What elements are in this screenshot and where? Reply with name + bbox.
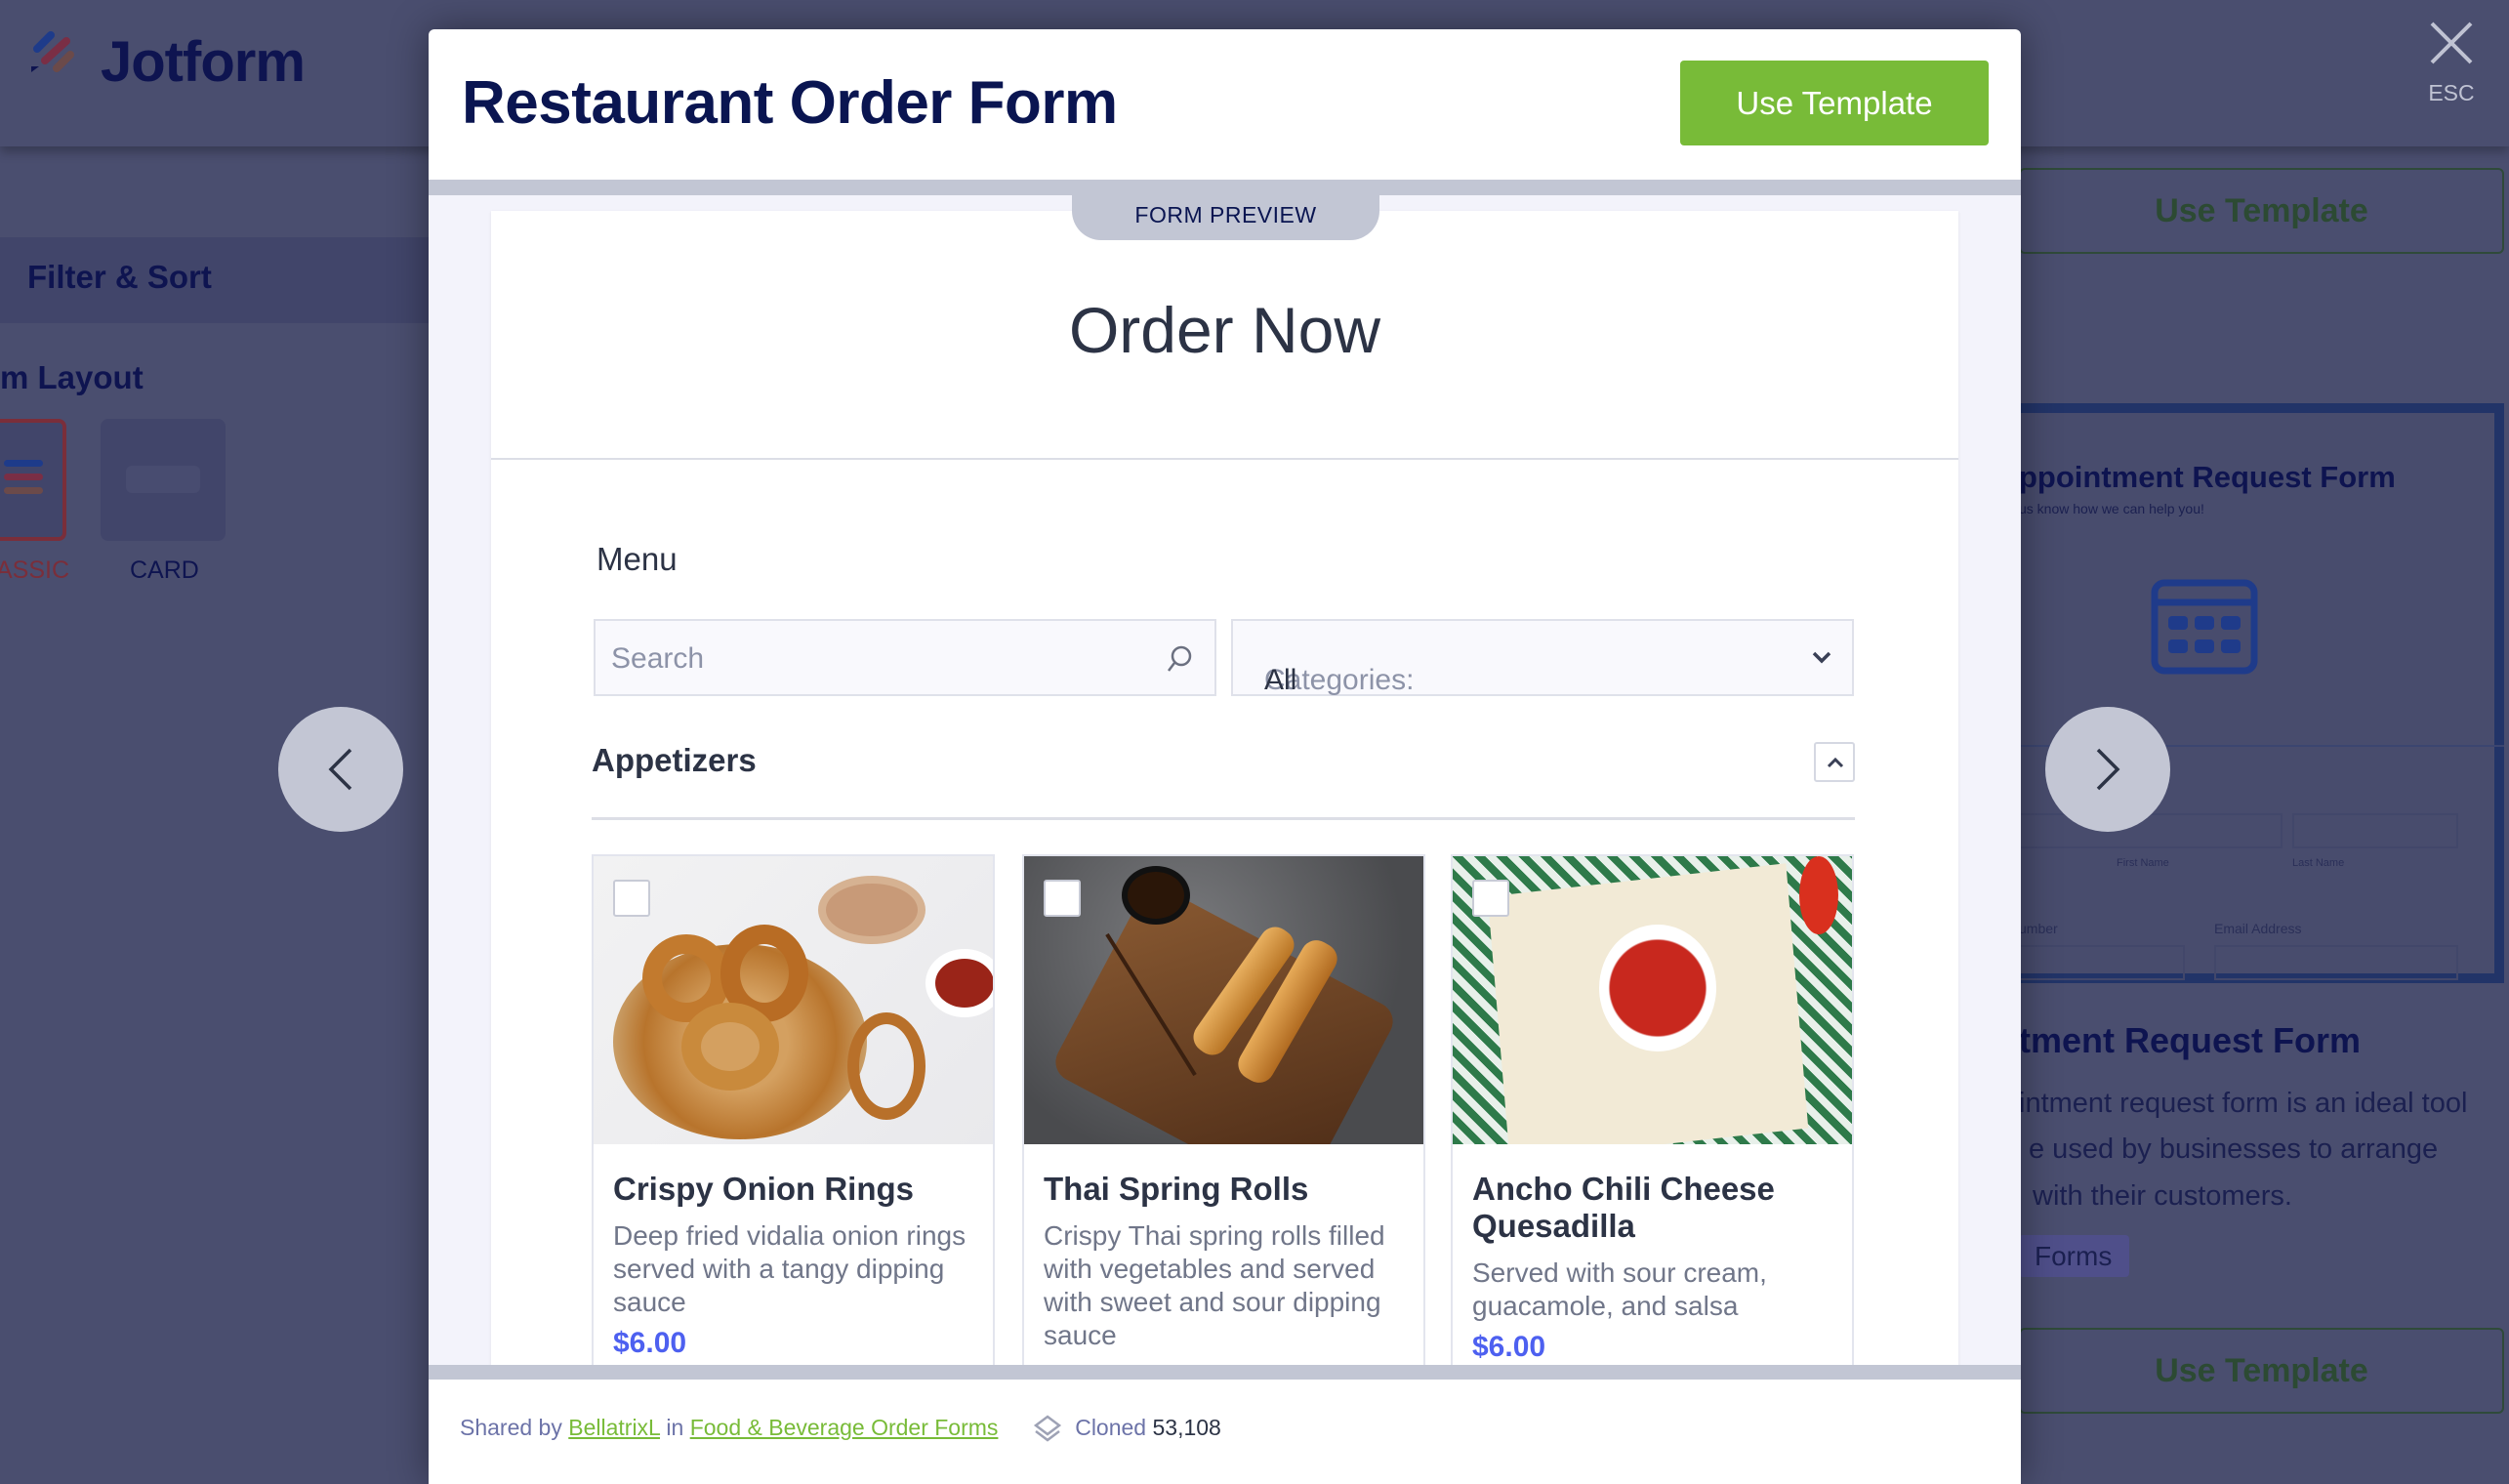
esc-label[interactable]: ESC — [2428, 80, 2475, 106]
item-description: Served with sour cream, guacamole, and s… — [1472, 1257, 1767, 1321]
use-template-button[interactable]: Use Template — [1680, 61, 1989, 145]
shared-by-label: Shared by — [460, 1415, 562, 1441]
calendar-icon — [2151, 579, 2258, 675]
next-template-desc-1: intment request form is an ideal tool — [2019, 1088, 2468, 1119]
last-name-label: Last Name — [2292, 857, 2345, 869]
next-template-preview[interactable]: ppointment Request Form us know how we c… — [2019, 403, 2504, 983]
item-title: Crispy Onion Rings — [613, 1171, 915, 1207]
author-link[interactable]: BellatrixL — [568, 1415, 660, 1440]
template-footer: Shared by BellatrixL in Food & Beverage … — [460, 1414, 1221, 1445]
filter-sort-label[interactable]: Filter & Sort — [27, 259, 212, 296]
next-template-title[interactable]: tment Request Form — [2019, 1020, 2361, 1061]
categories-select[interactable]: Categories: All — [1231, 619, 1854, 696]
search-placeholder: Search — [611, 642, 705, 675]
search-icon — [1168, 645, 1192, 672]
onion-rings-image — [594, 856, 993, 1144]
layout-classic-option[interactable] — [0, 419, 66, 541]
in-label: in — [666, 1415, 684, 1441]
modal-title: Restaurant Order Form — [462, 69, 1118, 137]
bg-use-template-button[interactable]: Use Template — [2019, 168, 2504, 254]
preview-title: ppointment Request Form — [2019, 460, 2396, 494]
collapse-section-button[interactable] — [1814, 742, 1855, 782]
section-title: Appetizers — [592, 742, 757, 778]
layout-card-option[interactable] — [101, 419, 226, 541]
phone-label: umber — [2019, 921, 2058, 936]
item-checkbox[interactable] — [1472, 880, 1509, 917]
preview-top-band — [429, 180, 2021, 195]
close-icon[interactable] — [2428, 20, 2475, 66]
cloned-label: Cloned — [1075, 1415, 1147, 1441]
item-description: Deep fried vidalia onion rings served wi… — [613, 1220, 967, 1317]
category-badge[interactable]: Forms — [2019, 1235, 2129, 1277]
layout-card-label: CARD — [130, 556, 199, 584]
form-heading: Order Now — [1068, 294, 1381, 366]
chevron-left-icon — [328, 748, 352, 791]
item-price: $6.00 — [613, 1327, 687, 1359]
form-paper: Order Now Menu Search Categories: All Ap… — [491, 211, 1958, 1365]
section-divider — [592, 817, 1855, 820]
email-label: Email Address — [2214, 921, 2302, 936]
layout-classic-label: ASSIC — [0, 556, 70, 584]
search-input[interactable]: Search — [594, 619, 1216, 696]
item-title: Thai Spring Rolls — [1044, 1171, 1309, 1207]
category-link[interactable]: Food & Beverage Order Forms — [690, 1415, 999, 1440]
form-layout-heading: m Layout — [0, 359, 144, 395]
chevron-down-icon — [1812, 651, 1831, 664]
next-template-desc-3: with their customers. — [2033, 1180, 2292, 1212]
chevron-up-icon — [1827, 757, 1844, 768]
next-template-desc-2: e used by businesses to arrange — [2029, 1134, 2439, 1165]
bg-use-template-button-2[interactable]: Use Template — [2019, 1328, 2504, 1414]
item-title: Ancho Chili Cheese Quesadilla — [1472, 1171, 1775, 1244]
menu-item-card[interactable]: Thai Spring Rolls Crispy Thai spring rol… — [1022, 854, 1425, 1365]
chevron-right-icon — [2096, 748, 2120, 791]
categories-value: All — [1264, 664, 1297, 696]
jotform-logo[interactable]: Jotform — [101, 29, 306, 95]
preview-bottom-band — [429, 1365, 2021, 1380]
form-preview-tab: FORM PREVIEW — [1072, 195, 1379, 240]
item-checkbox[interactable] — [613, 880, 650, 917]
preview-subtitle: us know how we can help you! — [2019, 501, 2204, 516]
item-checkbox[interactable] — [1044, 880, 1081, 917]
layers-icon — [1033, 1415, 1061, 1442]
menu-label: Menu — [596, 541, 678, 577]
header-divider — [491, 458, 1958, 460]
menu-item-card[interactable]: Ancho Chili Cheese Quesadilla Served wit… — [1451, 854, 1854, 1365]
quesadilla-image — [1453, 856, 1852, 1144]
spring-rolls-image — [1024, 856, 1423, 1144]
jotform-logo-icon — [31, 31, 74, 72]
item-price: $6.00 — [1472, 1331, 1546, 1363]
first-name-label: First Name — [2117, 857, 2169, 869]
next-template-button[interactable] — [2045, 707, 2170, 832]
previous-template-button[interactable] — [278, 707, 403, 832]
template-preview-modal: Restaurant Order Form Use Template Order… — [429, 29, 2021, 1484]
menu-item-card[interactable]: Crispy Onion Rings Deep fried vidalia on… — [592, 854, 995, 1365]
cloned-count: 53,108 — [1152, 1415, 1221, 1441]
item-description: Crispy Thai spring rolls filled with veg… — [1044, 1220, 1385, 1350]
